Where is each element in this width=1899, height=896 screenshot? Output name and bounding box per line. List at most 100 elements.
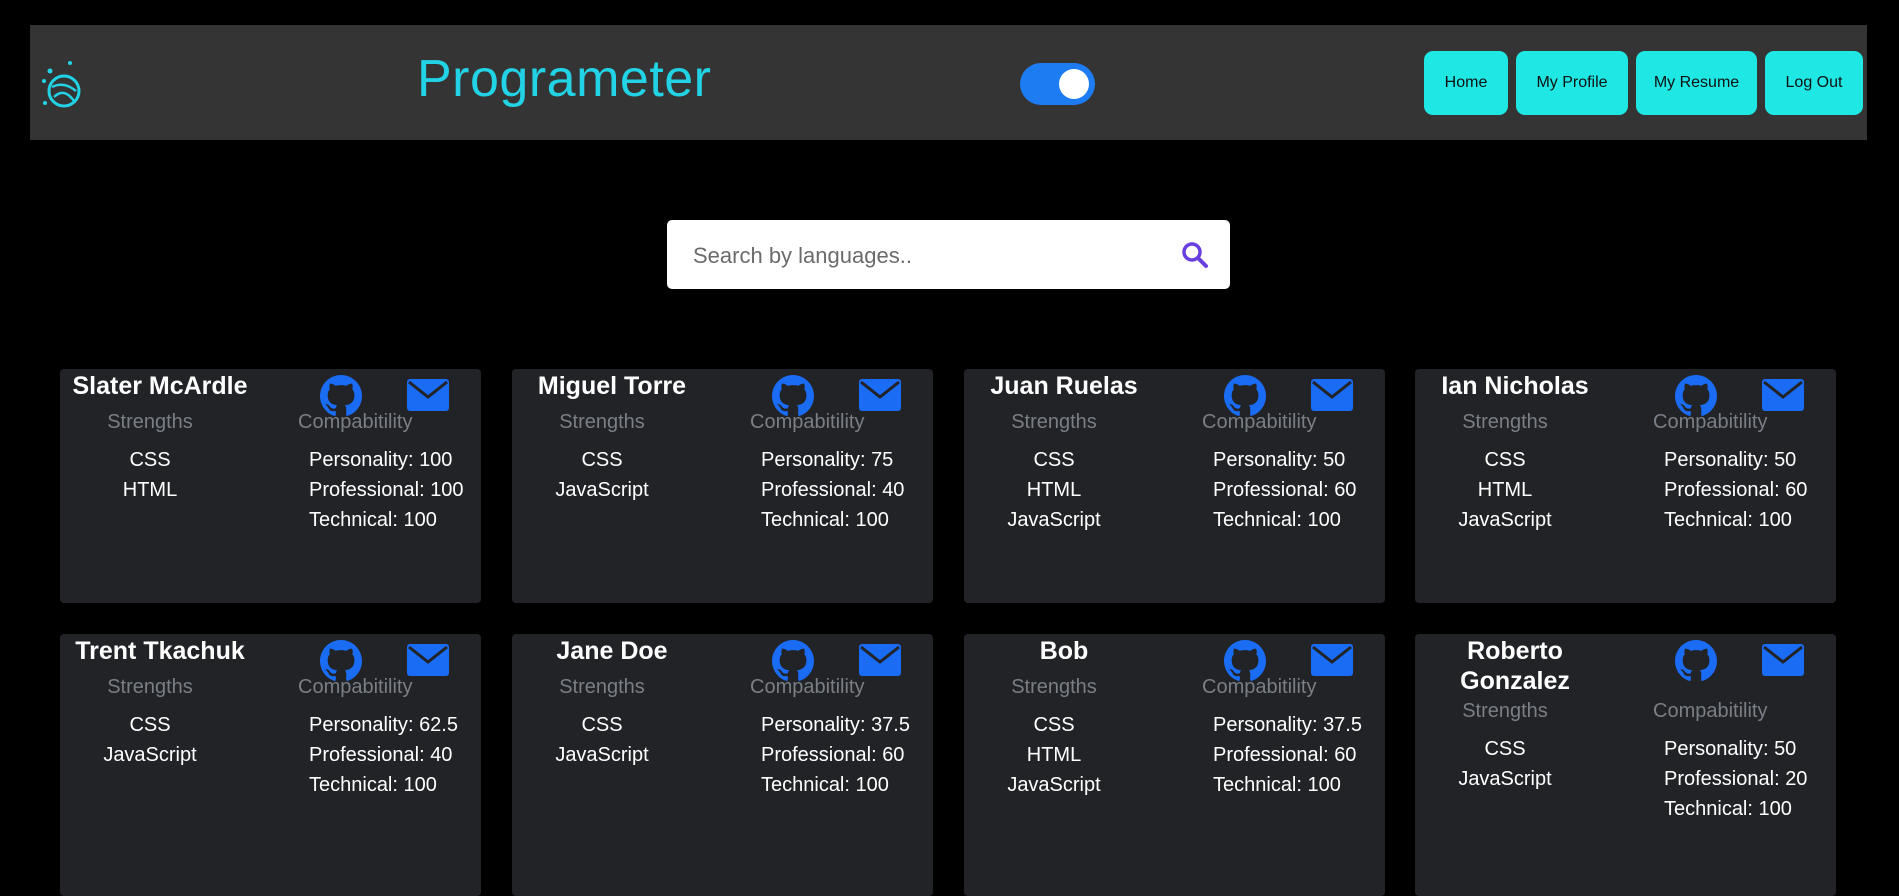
compatibility-list: Personality: 37.5 Professional: 60 Techn… (761, 710, 910, 800)
strength-item: JavaScript (555, 479, 649, 501)
personality-score: Personality: 37.5 (1213, 714, 1362, 736)
personality-score: Personality: 50 (1664, 449, 1797, 471)
search-box (667, 220, 1230, 291)
developer-name: Miguel Torre (537, 372, 687, 400)
my-resume-button[interactable]: My Resume (1636, 51, 1757, 115)
strengths-heading: Strengths (559, 411, 645, 433)
email-icon[interactable] (1311, 644, 1353, 676)
email-icon[interactable] (1762, 379, 1804, 411)
developer-name: Bob (1039, 637, 1089, 665)
personality-score: Personality: 62.5 (309, 714, 458, 736)
email-icon[interactable] (859, 379, 901, 411)
professional-score: Professional: 60 (1664, 479, 1808, 501)
compatibility-heading: Compabitility (1653, 411, 1768, 433)
email-icon[interactable] (1311, 379, 1353, 411)
strength-list: CSS JavaScript (1415, 734, 1595, 794)
strength-item: CSS (1484, 449, 1526, 471)
technical-score: Technical: 100 (1213, 509, 1341, 531)
compatibility-heading: Compabitility (1202, 676, 1317, 698)
strength-list: CSS HTML (60, 445, 240, 505)
compatibility-list: Personality: 50 Professional: 60 Technic… (1213, 445, 1356, 535)
email-icon[interactable] (407, 644, 449, 676)
developer-card: Trent Tkachuk Strengths Compabitility CS… (60, 634, 481, 896)
my-profile-button[interactable]: My Profile (1516, 51, 1628, 115)
logo-icon[interactable] (40, 61, 90, 111)
developer-name: Ian Nicholas (1441, 372, 1589, 400)
developer-name: Juan Ruelas (990, 372, 1138, 400)
compatibility-heading: Compabitility (298, 676, 413, 698)
strength-item: CSS (129, 449, 171, 471)
strength-list: CSS JavaScript (512, 445, 692, 505)
email-icon[interactable] (407, 379, 449, 411)
personality-score: Personality: 75 (761, 449, 894, 471)
log-out-button[interactable]: Log Out (1765, 51, 1863, 115)
compatibility-list: Personality: 37.5 Professional: 60 Techn… (1213, 710, 1362, 800)
technical-score: Technical: 100 (761, 509, 889, 531)
app-title: Programeter (417, 50, 712, 108)
home-button[interactable]: Home (1424, 51, 1508, 115)
strength-item: JavaScript (1007, 509, 1101, 531)
professional-score: Professional: 60 (761, 744, 905, 766)
github-icon[interactable] (1675, 640, 1717, 682)
navbar: Programeter Home My Profile My Resume Lo… (30, 25, 1867, 140)
strength-list: CSS HTML JavaScript (964, 445, 1144, 535)
strength-item: JavaScript (555, 744, 649, 766)
technical-score: Technical: 100 (1664, 798, 1792, 820)
strength-item: HTML (1026, 479, 1082, 501)
compatibility-list: Personality: 75 Professional: 40 Technic… (761, 445, 904, 535)
toggle-knob (1059, 69, 1089, 99)
personality-score: Personality: 50 (1664, 738, 1797, 760)
strength-list: CSS HTML JavaScript (964, 710, 1144, 800)
strength-item: JavaScript (1458, 768, 1552, 790)
professional-score: Professional: 20 (1664, 768, 1808, 790)
strengths-heading: Strengths (1011, 411, 1097, 433)
strength-list: CSS JavaScript (60, 710, 240, 770)
developer-name: Roberto Gonzalez (1460, 637, 1570, 695)
technical-score: Technical: 100 (309, 509, 437, 531)
developer-card: Jane Doe Strengths Compabitility CSS Java… (512, 634, 933, 896)
professional-score: Professional: 60 (1213, 479, 1357, 501)
strength-item: CSS (581, 714, 623, 736)
compatibility-list: Personality: 100 Professional: 100 Techn… (309, 445, 464, 535)
professional-score: Professional: 40 (309, 744, 453, 766)
strength-item: CSS (129, 714, 171, 736)
developer-card: Juan Ruelas Strengths Compabitility CSS H… (964, 369, 1385, 603)
theme-toggle[interactable] (1020, 63, 1095, 105)
compatibility-heading: Compabitility (750, 676, 865, 698)
strength-list: CSS JavaScript (512, 710, 692, 770)
technical-score: Technical: 100 (1664, 509, 1792, 531)
strengths-heading: Strengths (1462, 411, 1548, 433)
compatibility-list: Personality: 62.5 Professional: 40 Techn… (309, 710, 458, 800)
strengths-heading: Strengths (1011, 676, 1097, 698)
strength-item: HTML (122, 479, 178, 501)
developer-card: Bob Strengths Compabitility CSS HTML JavaS… (964, 634, 1385, 896)
compatibility-list: Personality: 50 Professional: 20 Technic… (1664, 734, 1807, 824)
personality-score: Personality: 37.5 (761, 714, 910, 736)
developer-card: Roberto Gonzalez Strengths Compabitility… (1415, 634, 1836, 896)
professional-score: Professional: 40 (761, 479, 905, 501)
compatibility-list: Personality: 50 Professional: 60 Technic… (1664, 445, 1807, 535)
nav-buttons: Home My Profile My Resume Log Out (1424, 51, 1863, 115)
compatibility-heading: Compabitility (750, 411, 865, 433)
strength-item: CSS (1484, 738, 1526, 760)
strengths-heading: Strengths (107, 411, 193, 433)
technical-score: Technical: 100 (309, 774, 437, 796)
search-icon[interactable] (1180, 240, 1210, 270)
email-icon[interactable] (859, 644, 901, 676)
email-icon[interactable] (1762, 644, 1804, 676)
strength-item: HTML (1026, 744, 1082, 766)
strength-item: HTML (1477, 479, 1533, 501)
developer-name: Jane Doe (556, 637, 668, 665)
compatibility-heading: Compabitility (298, 411, 413, 433)
personality-score: Personality: 100 (309, 449, 453, 471)
developer-card: Slater McArdle Strengths Compabitility C… (60, 369, 481, 603)
developer-name: Slater McArdle (72, 372, 248, 400)
strengths-heading: Strengths (559, 676, 645, 698)
search-input[interactable] (691, 220, 1165, 291)
compatibility-heading: Compabitility (1202, 411, 1317, 433)
professional-score: Professional: 100 (309, 479, 464, 501)
strengths-heading: Strengths (1462, 700, 1548, 722)
compatibility-heading: Compabitility (1653, 700, 1768, 722)
developer-card: Miguel Torre Strengths Compabitility CSS… (512, 369, 933, 603)
strength-item: JavaScript (103, 744, 197, 766)
